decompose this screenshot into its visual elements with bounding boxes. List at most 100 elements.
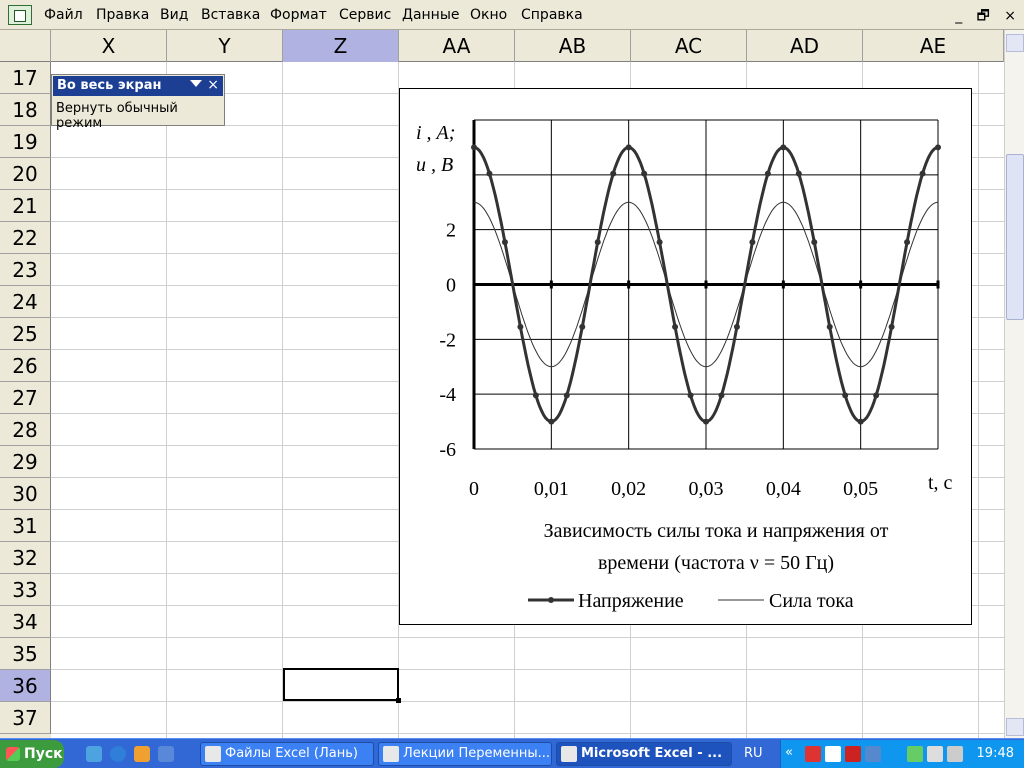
series-point xyxy=(687,392,694,399)
series-point xyxy=(563,392,570,399)
task-microsoft-excel[interactable]: Microsoft Excel - ... xyxy=(556,742,732,766)
excel-icon xyxy=(561,746,577,762)
row-header-19[interactable]: 19 xyxy=(0,126,51,158)
m-app-icon[interactable] xyxy=(845,746,861,762)
row-header-23[interactable]: 23 xyxy=(0,254,51,286)
language-indicator[interactable]: RU xyxy=(744,746,763,761)
row-header-35[interactable]: 35 xyxy=(0,638,51,670)
row-header-31[interactable]: 31 xyxy=(0,510,51,542)
scroll-up-button[interactable] xyxy=(1006,34,1024,52)
media-player-icon[interactable] xyxy=(134,746,150,762)
series-point xyxy=(857,418,864,425)
scroll-thumb[interactable] xyxy=(1006,154,1024,320)
close-button[interactable]: × xyxy=(1004,8,1016,24)
series-point xyxy=(780,144,787,151)
row-header-26[interactable]: 26 xyxy=(0,350,51,382)
task-lectures[interactable]: Лекции Переменны... xyxy=(378,742,552,766)
row-header-24[interactable]: 24 xyxy=(0,286,51,318)
antivirus-icon[interactable] xyxy=(805,746,821,762)
windows-logo-icon xyxy=(6,747,20,761)
excel-doc-icon[interactable] xyxy=(8,5,32,25)
series-point xyxy=(718,392,725,399)
fullscreen-toolbar[interactable]: Во весь экран × Вернуть обычный режим xyxy=(51,74,225,131)
series-point xyxy=(703,418,709,425)
series-point xyxy=(842,392,849,399)
series-point xyxy=(641,170,648,177)
close-fullscreen-button[interactable]: Вернуть обычный режим xyxy=(56,101,224,131)
legend-marker-voltage xyxy=(548,597,554,603)
column-header-z[interactable]: Z xyxy=(283,30,399,62)
row-header-18[interactable]: 18 xyxy=(0,94,51,126)
row-headers: 17 18 19 20 21 22 23 24 25 26 27 28 29 30 31 32 33 34 35 36… xyxy=(0,62,51,740)
row-header-32[interactable]: 32 xyxy=(0,542,51,574)
y-tick-label: -2 xyxy=(439,329,456,351)
task-files-excel[interactable]: Файлы Excel (Лань) xyxy=(200,742,374,766)
row-header-34[interactable]: 34 xyxy=(0,606,51,638)
column-header-x[interactable]: X xyxy=(51,30,167,62)
quick-launch-search-icon[interactable] xyxy=(86,746,102,762)
menu-data[interactable]: Данные xyxy=(402,7,460,23)
row-header-30[interactable]: 30 xyxy=(0,478,51,510)
row-header-20[interactable]: 20 xyxy=(0,158,51,190)
chart-area[interactable]: -6 -4 -2 0 2 0 0,01 0,02 0,03 0,04 0,05 i , А; u , В… xyxy=(399,88,972,625)
connection-icon[interactable] xyxy=(927,746,943,762)
show-desktop-icon[interactable] xyxy=(158,746,174,762)
row-header-29[interactable]: 29 xyxy=(0,446,51,478)
internet-explorer-icon[interactable] xyxy=(110,746,126,762)
column-header-aa[interactable]: AA xyxy=(399,30,515,62)
series-point xyxy=(919,170,926,177)
row-header-36[interactable]: 36 xyxy=(0,670,51,702)
kaspersky-icon[interactable] xyxy=(825,746,841,762)
legend-label-current: Сила тока xyxy=(769,590,854,612)
toolbar-close-icon[interactable]: × xyxy=(207,75,219,95)
column-header-ad[interactable]: AD xyxy=(747,30,863,62)
menu-insert[interactable]: Вставка xyxy=(201,7,260,23)
taskbar: Пуск Файлы Excel (Лань) Лекции Переменны… xyxy=(0,738,1024,768)
x-tick-label: 0 xyxy=(469,478,479,500)
column-headers: X Y Z AA AB AC AD AE xyxy=(0,30,1004,62)
tray-expand-icon[interactable]: « xyxy=(785,745,793,760)
menu-file[interactable]: Файл xyxy=(44,7,83,23)
scroll-down-button[interactable] xyxy=(1006,718,1024,736)
x-tick-label: 0,02 xyxy=(611,478,646,500)
menu-tools[interactable]: Сервис xyxy=(339,7,391,23)
menu-format[interactable]: Формат xyxy=(270,7,327,23)
network-icon[interactable] xyxy=(865,746,881,762)
column-header-ac[interactable]: AC xyxy=(631,30,747,62)
chart-title-line-2: времени (частота ν = 50 Гц) xyxy=(598,552,834,574)
battery-icon[interactable] xyxy=(907,746,923,762)
series-point xyxy=(579,323,586,330)
legend-label-voltage: Напряжение xyxy=(578,590,684,612)
menu-help[interactable]: Справка xyxy=(521,7,583,23)
menu-window[interactable]: Окно xyxy=(470,7,507,23)
toolbar-options-dropdown-icon[interactable] xyxy=(190,80,202,87)
column-header-ab[interactable]: AB xyxy=(515,30,631,62)
chart: -6 -4 -2 0 2 0 0,01 0,02 0,03 0,04 0,05 i , А; u , В… xyxy=(416,119,953,612)
row-header-22[interactable]: 22 xyxy=(0,222,51,254)
row-header-17[interactable]: 17 xyxy=(0,62,51,94)
minimize-button[interactable]: _ xyxy=(955,8,962,24)
series-point xyxy=(594,239,601,246)
menu-view[interactable]: Вид xyxy=(160,7,188,23)
series-point xyxy=(764,170,771,177)
restore-button[interactable]: 🗗 xyxy=(977,8,990,24)
vertical-scrollbar[interactable] xyxy=(1004,30,1024,738)
y-tick-label: 2 xyxy=(446,220,456,242)
volume-icon[interactable] xyxy=(947,746,963,762)
task-label: Лекции Переменны... xyxy=(403,746,550,761)
row-header-25[interactable]: 25 xyxy=(0,318,51,350)
active-cell[interactable] xyxy=(283,668,401,703)
task-label: Microsoft Excel - ... xyxy=(581,746,723,761)
x-tick-label: 0,05 xyxy=(843,478,878,500)
row-header-33[interactable]: 33 xyxy=(0,574,51,606)
row-header-37[interactable]: 37 xyxy=(0,702,51,734)
row-header-27[interactable]: 27 xyxy=(0,382,51,414)
column-header-y[interactable]: Y xyxy=(167,30,283,62)
select-all-corner[interactable] xyxy=(0,30,51,62)
x-tick-label: 0,04 xyxy=(766,478,801,500)
row-header-21[interactable]: 21 xyxy=(0,190,51,222)
start-button[interactable]: Пуск xyxy=(0,740,64,768)
menu-edit[interactable]: Правка xyxy=(96,7,149,23)
row-header-28[interactable]: 28 xyxy=(0,414,51,446)
column-header-ae[interactable]: AE xyxy=(863,30,1004,62)
